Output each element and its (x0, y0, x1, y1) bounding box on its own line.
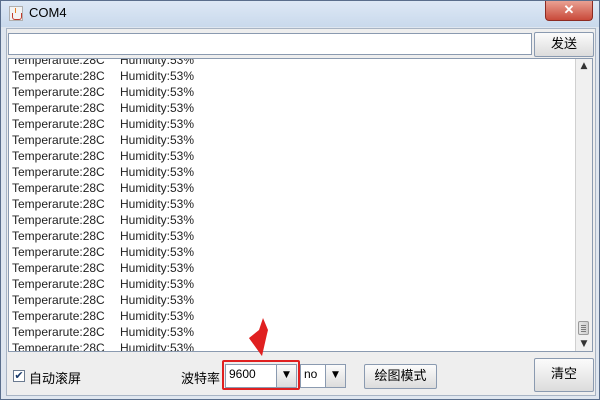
temperature-text: Temperarute:28C (12, 229, 105, 243)
temperature-text: Temperarute:28C (12, 117, 105, 131)
humidity-text: Humidity:53% (120, 341, 195, 352)
output-line: Temperarute:28C Humidity:53% (12, 164, 572, 180)
temperature-text: Temperarute:28C (12, 325, 105, 339)
humidity-text: Humidity:53% (120, 133, 195, 147)
humidity-text: Humidity:53% (120, 309, 195, 323)
humidity-text: Humidity:53% (120, 117, 195, 131)
output-line: Temperarute:28C Humidity:53% (12, 132, 572, 148)
java-cup-icon (9, 6, 23, 21)
close-button[interactable]: ✕ (545, 1, 593, 21)
temperature-text: Temperarute:28C (12, 149, 105, 163)
line-ending-select[interactable]: no ▼ (300, 364, 346, 388)
line-ending-value: no (304, 367, 318, 381)
output-line: Temperarute:28C Humidity:53% (12, 196, 572, 212)
temperature-text: Temperarute:28C (12, 85, 105, 99)
title-bar: COM4 ✕ (1, 1, 599, 27)
output-line: Temperarute:28C Humidity:53% (12, 180, 572, 196)
temperature-text: Temperarute:28C (12, 213, 105, 227)
humidity-text: Humidity:53% (120, 261, 195, 275)
serial-output-area[interactable]: Temperarute:28C Humidity:53% Temperarute:2… (8, 58, 593, 352)
scroll-thumb[interactable] (578, 321, 589, 335)
serial-monitor-window: COM4 ✕ 发送 Temperarute:28C Humidity:53% Tem… (0, 0, 600, 400)
temperature-text: Temperarute:28C (12, 341, 105, 352)
temperature-text: Temperarute:28C (12, 101, 105, 115)
temperature-text: Temperarute:28C (12, 245, 105, 259)
output-line: Temperarute:28C Humidity:53% (12, 308, 572, 324)
temperature-text: Temperarute:28C (12, 197, 105, 211)
output-line: Temperarute:28C Humidity:53% (12, 292, 572, 308)
temperature-text: Temperarute:28C (12, 165, 105, 179)
checkbox-check-icon[interactable]: ✔ (13, 370, 25, 382)
humidity-text: Humidity:53% (120, 181, 195, 195)
temperature-text: Temperarute:28C (12, 277, 105, 291)
output-line: Temperarute:28C Humidity:53% (12, 100, 572, 116)
output-line: Temperarute:28C Humidity:53% (12, 244, 572, 260)
humidity-text: Humidity:53% (120, 165, 195, 179)
temperature-text: Temperarute:28C (12, 69, 105, 83)
baud-rate-highlight-box (222, 360, 300, 390)
output-line: Temperarute:28C Humidity:53% (12, 84, 572, 100)
humidity-text: Humidity:53% (120, 325, 195, 339)
scroll-down-arrow-icon[interactable]: ▼ (577, 337, 591, 351)
output-line: Temperarute:28C Humidity:53% (12, 228, 572, 244)
temperature-text: Temperarute:28C (12, 181, 105, 195)
temperature-text: Temperarute:28C (12, 133, 105, 147)
humidity-text: Humidity:53% (120, 69, 195, 83)
humidity-text: Humidity:53% (120, 101, 195, 115)
autoscroll-label: 自动滚屏 (29, 372, 82, 387)
send-input[interactable] (8, 33, 532, 55)
bottom-bar: ✔ 自动滚屏 波特率 9600 ▼ no ▼ 绘图模式 清空 (7, 354, 595, 394)
humidity-text: Humidity:53% (120, 229, 195, 243)
humidity-text: Humidity:53% (120, 85, 195, 99)
output-line: Temperarute:28C Humidity:53% (12, 340, 572, 352)
temperature-text: Temperarute:28C (12, 58, 105, 67)
output-line: Temperarute:28C Humidity:53% (12, 324, 572, 340)
output-line: Temperarute:28C Humidity:53% (12, 58, 572, 68)
output-line: Temperarute:28C Humidity:53% (12, 260, 572, 276)
baud-rate-label: 波特率 (181, 372, 221, 387)
humidity-text: Humidity:53% (120, 293, 195, 307)
clear-button[interactable]: 清空 (534, 358, 594, 392)
output-line: Temperarute:28C Humidity:53% (12, 276, 572, 292)
humidity-text: Humidity:53% (120, 277, 195, 291)
plot-mode-button[interactable]: 绘图模式 (364, 364, 437, 389)
line-ending-dropdown-arrow-icon[interactable]: ▼ (325, 365, 345, 387)
temperature-text: Temperarute:28C (12, 309, 105, 323)
humidity-text: Humidity:53% (120, 245, 195, 259)
humidity-text: Humidity:53% (120, 149, 195, 163)
temperature-text: Temperarute:28C (12, 261, 105, 275)
humidity-text: Humidity:53% (120, 197, 195, 211)
temperature-text: Temperarute:28C (12, 293, 105, 307)
output-line: Temperarute:28C Humidity:53% (12, 116, 572, 132)
output-lines: Temperarute:28C Humidity:53% Temperarute:2… (12, 58, 572, 352)
humidity-text: Humidity:53% (120, 213, 195, 227)
output-line: Temperarute:28C Humidity:53% (12, 148, 572, 164)
window-title: COM4 (29, 5, 67, 20)
scroll-up-arrow-icon[interactable]: ▲ (577, 59, 591, 73)
client-area: 发送 Temperarute:28C Humidity:53% Temperarut… (6, 28, 596, 396)
humidity-text: Humidity:53% (120, 58, 195, 67)
output-line: Temperarute:28C Humidity:53% (12, 212, 572, 228)
output-line: Temperarute:28C Humidity:53% (12, 68, 572, 84)
send-button[interactable]: 发送 (534, 32, 594, 57)
vertical-scrollbar[interactable]: ▲ ▼ (575, 59, 592, 351)
